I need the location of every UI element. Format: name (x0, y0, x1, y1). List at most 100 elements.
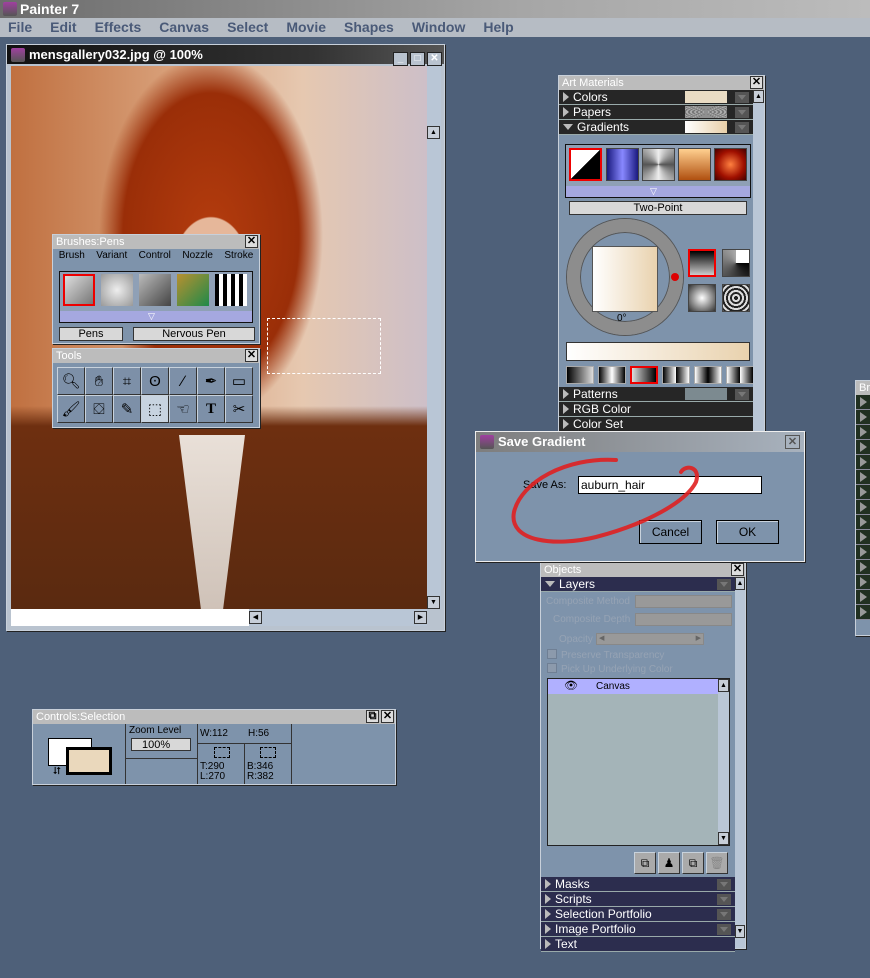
menu-canvas[interactable]: Canvas (159, 18, 209, 37)
selection-marquee[interactable] (267, 318, 381, 374)
layer-item-canvas[interactable]: 👁︎ Canvas (548, 679, 719, 694)
control-menu[interactable]: Control (139, 249, 171, 262)
scroll-left-button[interactable]: ◀ (249, 611, 262, 624)
image-hose-icon[interactable] (177, 274, 209, 306)
collapsed-section[interactable] (856, 470, 870, 485)
collapsed-section[interactable] (856, 500, 870, 515)
dropper-icon[interactable]: ✎ (113, 395, 141, 423)
collapsed-section[interactable] (856, 485, 870, 500)
linear-gradient-type-icon[interactable] (688, 249, 716, 277)
circular-gradient-type-icon[interactable] (722, 249, 750, 277)
order-double-reverse-icon[interactable] (726, 366, 754, 384)
menu-file[interactable]: File (8, 18, 32, 37)
collapsed-section[interactable] (856, 395, 870, 410)
rectangle-shape-icon[interactable]: ▭ (225, 367, 253, 395)
dropdown-arrow-icon[interactable] (735, 122, 749, 133)
order-right-left-icon[interactable] (630, 366, 658, 384)
minimize-button[interactable]: _ (393, 52, 408, 66)
gradients-section[interactable]: Gradients (559, 120, 753, 135)
pattern-pen-icon[interactable] (215, 274, 247, 306)
order-mirror-icon[interactable] (598, 366, 626, 384)
gradient-ramp[interactable] (566, 342, 750, 361)
rectangular-selection-icon[interactable]: ⬚ (141, 395, 169, 423)
brush-variant-field[interactable]: Nervous Pen (133, 327, 255, 341)
collapsed-section[interactable] (856, 560, 870, 575)
masks-section[interactable]: Masks (541, 877, 735, 892)
spiral-gradient-type-icon[interactable] (722, 284, 750, 312)
layers-scrollbar[interactable]: ▲ ▼ (718, 679, 729, 845)
color-set-section[interactable]: Color Set (559, 417, 753, 432)
angle-knob[interactable] (671, 273, 679, 281)
collapsed-section[interactable] (856, 575, 870, 590)
brush-menu[interactable]: Brush (59, 249, 85, 262)
metal-gradient-icon[interactable] (642, 148, 675, 181)
new-layer-icon[interactable]: ⧉ (682, 852, 704, 874)
zoom-level-field[interactable]: 100% (131, 738, 191, 751)
dropdown-arrow-icon[interactable] (735, 92, 749, 103)
eye-icon[interactable]: 👁︎ (564, 679, 578, 694)
collapsed-section[interactable] (856, 455, 870, 470)
collapsed-section[interactable] (856, 530, 870, 545)
colors-section[interactable]: Colors (559, 90, 753, 105)
rgb-color-section[interactable]: RGB Color (559, 402, 753, 417)
close-icon[interactable]: ✕ (750, 76, 763, 89)
lasso-icon[interactable]: ʘ (141, 367, 169, 395)
two-color-gradient-icon[interactable] (569, 148, 602, 181)
scissors-icon[interactable]: ✂︎ (225, 395, 253, 423)
menu-movie[interactable]: Movie (286, 18, 326, 37)
menu-window[interactable]: Window (412, 18, 466, 37)
menu-help[interactable]: Help (483, 18, 513, 37)
dock-icon[interactable]: ⧉ (366, 710, 379, 723)
layer-adjuster-icon[interactable]: ☜ (169, 395, 197, 423)
selection-portfolio-section[interactable]: Selection Portfolio (541, 907, 735, 922)
collapsed-section[interactable] (856, 590, 870, 605)
menu-edit[interactable]: Edit (50, 18, 76, 37)
horizontal-scrollbar[interactable]: ◀ ▶ (249, 609, 427, 626)
layer-commands-icon[interactable]: ⧉ (634, 852, 656, 874)
objects-scrollbar[interactable]: ▲ ▼ (735, 577, 745, 948)
preserve-transparency-checkbox[interactable]: Preserve Transparency (547, 649, 664, 661)
composite-depth-select[interactable] (635, 613, 732, 626)
paint-bucket-icon[interactable]: ⛋ (85, 395, 113, 423)
variant-menu[interactable]: Variant (96, 249, 127, 262)
spiral-gradient-icon[interactable] (714, 148, 747, 181)
collapsed-section[interactable] (856, 425, 870, 440)
text-section[interactable]: Text (541, 937, 735, 952)
pen-icon[interactable]: ✒︎ (197, 367, 225, 395)
scripts-section[interactable]: Scripts (541, 892, 735, 907)
vertical-scrollbar[interactable]: ▲ ▼ (427, 66, 441, 609)
collapsed-section[interactable] (856, 515, 870, 530)
nozzle-menu[interactable]: Nozzle (182, 249, 213, 262)
pens-brush-icon[interactable] (63, 274, 95, 306)
maximize-button[interactable]: □ (410, 52, 425, 66)
gradient-type-field[interactable]: Two-Point (569, 201, 747, 215)
scroll-up-button[interactable]: ▲ (753, 90, 764, 103)
stroke-menu[interactable]: Stroke (224, 249, 253, 262)
close-icon[interactable]: ✕ (245, 235, 258, 248)
dropdown-arrow-icon[interactable] (735, 107, 749, 118)
gradient-library-expander[interactable]: ▽ (566, 186, 750, 197)
close-button[interactable]: ✕ (427, 52, 442, 66)
art-materials-scrollbar[interactable]: ▲ (753, 90, 764, 431)
order-inverse-mirror-icon[interactable] (694, 366, 722, 384)
collapsed-section[interactable] (856, 440, 870, 455)
opacity-slider[interactable]: ◀ ▶ (596, 633, 704, 645)
trash-icon[interactable]: 🗑︎ (706, 852, 728, 874)
pick-up-underlying-color-checkbox[interactable]: Pick Up Underlying Color (547, 663, 673, 675)
dropdown-arrow-icon[interactable] (735, 389, 749, 400)
composite-method-select[interactable] (635, 595, 732, 608)
crop-icon[interactable]: ⌗ (113, 367, 141, 395)
close-button[interactable]: ✕ (785, 435, 800, 449)
radial-gradient-type-icon[interactable] (688, 284, 716, 312)
blue-gradient-icon[interactable] (606, 148, 639, 181)
close-icon[interactable]: ✕ (381, 710, 394, 723)
layers-section[interactable]: Layers (541, 577, 735, 592)
magnifier-icon[interactable]: 🔍︎ (57, 367, 85, 395)
scroll-down-button[interactable]: ▼ (427, 596, 440, 609)
swap-colors-icon[interactable]: ⮃ (53, 766, 61, 777)
brush-category-field[interactable]: Pens (59, 327, 123, 341)
brush-library-expander[interactable]: ▽ (60, 311, 252, 322)
menu-shapes[interactable]: Shapes (344, 18, 394, 37)
image-portfolio-section[interactable]: Image Portfolio (541, 922, 735, 937)
close-icon[interactable]: ✕ (245, 349, 258, 362)
